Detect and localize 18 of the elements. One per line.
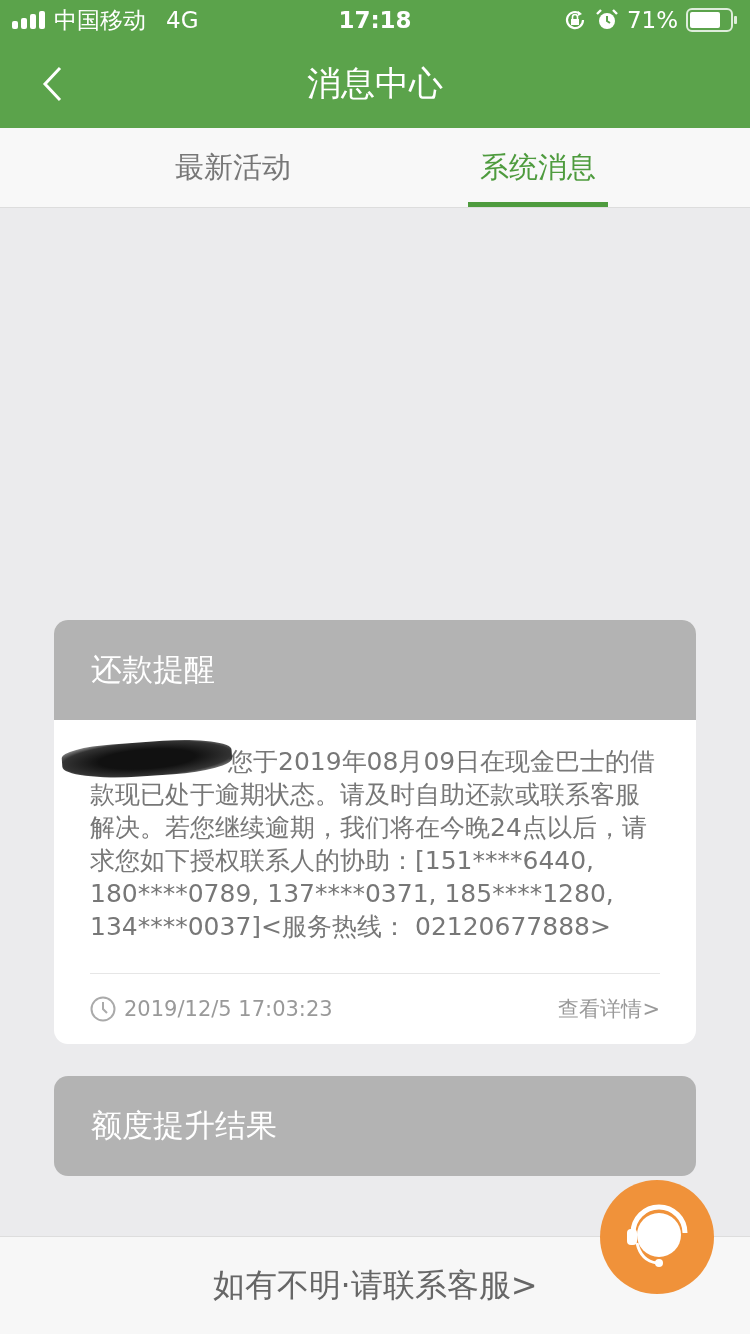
back-icon <box>42 66 62 102</box>
clock-icon <box>90 996 116 1022</box>
page-title: 消息中心 <box>307 62 443 105</box>
alarm-icon <box>594 8 619 32</box>
tab[interactable]: 系统消息 <box>467 128 608 207</box>
tab[interactable]: 最新活动 <box>162 128 303 207</box>
contact-service-link[interactable]: 如有不明·请联系客服> <box>212 1263 538 1308</box>
battery-icon <box>686 8 738 32</box>
message-body: 您于2019年08月09日在现金巴士的借款现已处于逾期状态。请及时自助还款或联系客服解决。若您继续逾期，我们将在今晚24点以后，请求您如下授权联系人的协助：[151****6440, 180****0789, 137****0371, 185****1280, 134****0037]<服务热线： 02120677888> <box>54 720 696 943</box>
battery-percent: 71% <box>626 7 678 33</box>
clock-time: 17:18 <box>338 7 412 33</box>
network-type: 4G <box>166 7 199 33</box>
view-details-link[interactable]: 查看详情> <box>558 995 660 1023</box>
card-title: 还款提醒 <box>91 650 215 689</box>
card-title: 额度提升结果 <box>91 1106 277 1145</box>
carrier-name: 中国移动 <box>54 5 146 35</box>
signal-icon <box>12 11 46 29</box>
message-time: 2019/12/5 17:03:23 <box>124 997 333 1021</box>
